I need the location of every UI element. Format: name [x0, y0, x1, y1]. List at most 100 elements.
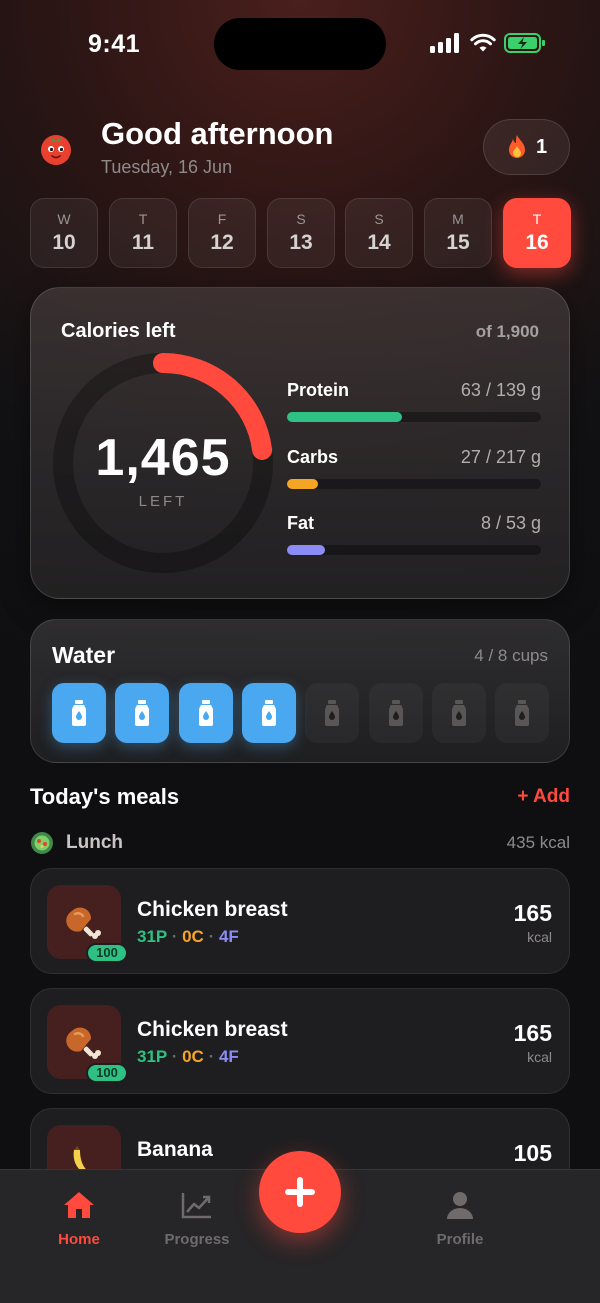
water-cup-filled[interactable] [52, 683, 106, 743]
day-number: 16 [525, 231, 549, 254]
tab-progress[interactable]: Progress [147, 1190, 247, 1248]
macro-name: Carbs [287, 447, 339, 467]
macro-fill [287, 545, 326, 555]
chicken-leg-icon [66, 1027, 101, 1059]
water-bottle-icon [325, 700, 340, 726]
current-date: Tuesday, 16 Jun [101, 157, 233, 177]
water-bottle-icon [261, 700, 276, 726]
tomato-mascot-icon [41, 135, 71, 165]
streak-count: 1 [535, 135, 548, 158]
meals-header: Today's meals + Add [30, 784, 570, 814]
water-bottle-icon [198, 700, 213, 726]
lunch-section-header[interactable]: Lunch 435 kcal [30, 830, 570, 856]
macro-name: Fat [287, 513, 314, 533]
calories-card[interactable]: Calories left of 1,900 1,465 LEFT Protei… [30, 287, 570, 599]
meal-kcal-value: 165 [513, 900, 552, 926]
day-number: 11 [131, 231, 155, 254]
water-cup-filled[interactable] [241, 683, 296, 743]
day-tue-16-selected[interactable]: T 16 [503, 198, 571, 268]
day-wed-10[interactable]: W 10 [30, 198, 98, 268]
day-letter: T [532, 211, 542, 227]
meals-title: Today's meals [30, 784, 180, 809]
calories-goal: of 1,900 [475, 322, 539, 341]
meal-name: Chicken breast [137, 1018, 288, 1041]
calories-left-label: LEFT [138, 493, 188, 510]
tab-label: Home [58, 1231, 100, 1248]
macro-fill [287, 412, 403, 422]
tab-profile[interactable]: Profile [410, 1190, 510, 1248]
macro-track [287, 479, 541, 489]
header: Good afternoon Tuesday, 16 Jun 1 [30, 112, 570, 184]
calories-left-value: 1,465 [95, 429, 231, 487]
water-count: 4 / 8 cups [474, 646, 548, 665]
add-entry-fab[interactable] [259, 1151, 341, 1233]
battery-charging-icon [504, 33, 545, 53]
flame-icon [508, 135, 525, 158]
add-meal-button[interactable]: + Add [517, 786, 570, 808]
meal-name: Chicken breast [137, 898, 288, 921]
portion-badge: 100 [86, 943, 128, 963]
chart-trend-icon [181, 1193, 211, 1219]
calories-title: Calories left [61, 320, 176, 342]
water-cup-empty[interactable] [431, 683, 486, 743]
lunch-label: Lunch [66, 832, 123, 853]
home-icon [64, 1192, 94, 1218]
status-time: 9:41 [88, 30, 141, 58]
water-bottle-icon [451, 700, 466, 726]
water-card: Water 4 / 8 cups [30, 619, 570, 763]
tab-label: Profile [436, 1231, 484, 1248]
meal-item[interactable]: 100 Chicken breast 31P · 0C · 4F 165 kca… [30, 868, 570, 974]
streak-badge[interactable]: 1 [483, 119, 570, 175]
tab-home[interactable]: Home [29, 1190, 129, 1248]
macro-fill [287, 479, 319, 489]
wifi-icon [470, 33, 496, 52]
water-title: Water [52, 642, 116, 668]
day-number: 10 [52, 231, 76, 254]
day-number: 15 [446, 231, 470, 254]
day-letter: F [217, 211, 227, 227]
meal-kcal-unit: kcal [527, 929, 552, 945]
water-cup-filled[interactable] [178, 683, 233, 743]
macro-value: 27 / 217 g [460, 447, 541, 467]
day-letter: M [452, 211, 464, 227]
day-letter: W [57, 211, 71, 227]
water-cup-empty[interactable] [368, 683, 423, 743]
day-letter: S [296, 211, 306, 227]
meal-kcal-value: 165 [513, 1020, 552, 1046]
meal-kcal-value: 105 [513, 1140, 552, 1166]
day-thu-11[interactable]: T 11 [109, 198, 177, 268]
water-bottle-icon [135, 700, 150, 726]
meal-item[interactable]: 100 Chicken breast 31P · 0C · 4F 165 kca… [30, 988, 570, 1094]
water-bottle-icon [388, 700, 403, 726]
water-cup-empty[interactable] [305, 683, 360, 743]
day-number: 12 [210, 231, 234, 254]
week-strip: W 10 T 11 F 12 S 13 S 14 M 15 T 16 [30, 198, 571, 268]
person-icon [447, 1192, 473, 1219]
lunch-kcal: 435 kcal [506, 833, 570, 852]
signal-icon [430, 33, 459, 53]
day-fri-12[interactable]: F 12 [188, 198, 256, 268]
tab-label: Progress [164, 1231, 230, 1248]
day-letter: T [138, 211, 148, 227]
status-bar: 9:41 [0, 0, 600, 90]
meal-kcal-unit: kcal [527, 1049, 552, 1065]
macro-value: 63 / 139 g [460, 380, 541, 400]
macro-track [287, 412, 541, 422]
plus-icon [285, 1177, 315, 1207]
meal-macros: 31P · 0C · 4F [137, 927, 239, 946]
water-bottle-icon [72, 700, 86, 726]
day-mon-15[interactable]: M 15 [424, 198, 492, 268]
meal-macros: 31P · 0C · 4F [137, 1047, 239, 1066]
chicken-leg-icon [66, 907, 101, 939]
water-cup-filled[interactable] [115, 683, 170, 743]
portion-badge: 100 [86, 1063, 128, 1083]
water-cup-empty[interactable] [495, 683, 550, 743]
day-sun-14[interactable]: S 14 [345, 198, 413, 268]
greeting-title: Good afternoon [101, 116, 334, 151]
macro-value: 8 / 53 g [480, 513, 541, 533]
day-sat-13[interactable]: S 13 [267, 198, 335, 268]
day-number: 13 [289, 231, 313, 254]
day-letter: S [374, 211, 384, 227]
salad-bowl-icon [31, 832, 53, 854]
water-bottle-icon [515, 700, 530, 726]
